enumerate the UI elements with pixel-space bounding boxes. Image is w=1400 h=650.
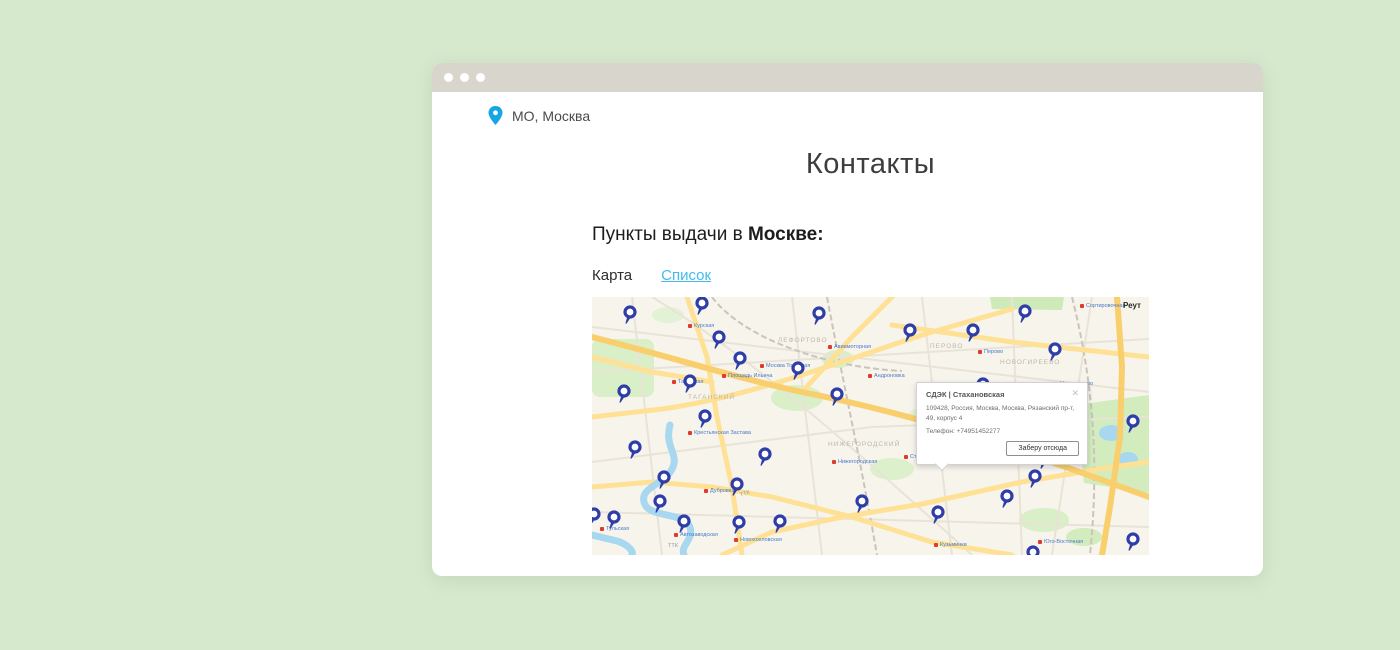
map-pin-icon[interactable] bbox=[695, 297, 709, 315]
tab-map[interactable]: Карта bbox=[592, 267, 632, 284]
metro-icon bbox=[688, 324, 692, 328]
map-pin-icon[interactable] bbox=[628, 440, 642, 459]
popup-close-icon[interactable]: ✕ bbox=[1071, 390, 1079, 397]
map-station-label: Нижегородская bbox=[832, 459, 877, 465]
window-titlebar bbox=[432, 63, 1263, 92]
map-pin-icon[interactable] bbox=[758, 447, 772, 466]
tab-list-link[interactable]: Список bbox=[661, 267, 711, 284]
map-pin-icon[interactable] bbox=[1028, 469, 1042, 488]
map-pin-icon[interactable] bbox=[657, 470, 671, 489]
map-pin-icon[interactable] bbox=[683, 374, 697, 393]
metro-icon bbox=[722, 374, 726, 378]
map-city-label: Реут bbox=[1123, 301, 1141, 310]
map-pin-icon[interactable] bbox=[653, 494, 667, 513]
map-pin-icon[interactable] bbox=[732, 515, 746, 534]
map-area-label: НИЖЕГОРОДСКИЙ bbox=[828, 441, 900, 448]
map-pin-icon[interactable] bbox=[1048, 342, 1062, 361]
pickup-points-map[interactable]: ЛЕФОРТОВОПЕРОВОНОВОГИРЕЕВОТАГАНСКИЙНИЖЕГ… bbox=[592, 297, 1149, 555]
map-station-label: Площадь Ильича bbox=[722, 373, 773, 379]
window-dot[interactable] bbox=[476, 73, 485, 82]
map-pin-icon[interactable] bbox=[1000, 489, 1014, 508]
map-pin-icon[interactable] bbox=[903, 323, 917, 342]
metro-icon bbox=[934, 543, 938, 547]
metro-icon bbox=[832, 460, 836, 464]
page-title: Контакты bbox=[592, 148, 1149, 181]
map-pin-icon[interactable] bbox=[773, 514, 787, 533]
pickup-here-button[interactable]: Заберу отсюда bbox=[1006, 441, 1079, 456]
map-pin-icon[interactable] bbox=[830, 387, 844, 406]
popup-title: СДЭК | Стахановская bbox=[926, 390, 1004, 399]
map-station-label: Андроновка bbox=[868, 373, 905, 379]
map-station-label: Перово bbox=[978, 349, 1003, 355]
map-pin-icon[interactable] bbox=[730, 477, 744, 496]
map-pin-icon[interactable] bbox=[966, 323, 980, 342]
map-pin-icon[interactable] bbox=[712, 330, 726, 349]
map-pin-icon[interactable] bbox=[677, 514, 691, 533]
map-pin-icon[interactable] bbox=[698, 409, 712, 428]
map-station-label: Крестьянская Застава bbox=[688, 430, 751, 436]
map-station-label: Курская bbox=[688, 323, 714, 329]
map-pin-icon[interactable] bbox=[1026, 545, 1040, 555]
section-prefix: Пункты выдачи в bbox=[592, 224, 748, 245]
metro-icon bbox=[674, 533, 678, 537]
map-pin-icon[interactable] bbox=[931, 505, 945, 524]
map-pin-icon[interactable] bbox=[855, 494, 869, 513]
metro-icon bbox=[734, 538, 738, 542]
metro-icon bbox=[904, 455, 908, 459]
map-pin-icon[interactable] bbox=[623, 305, 637, 324]
map-road-label: ТТК bbox=[668, 543, 678, 549]
browser-window: МО, Москва Контакты Пункты выдачи в Моск… bbox=[432, 63, 1263, 576]
window-dot[interactable] bbox=[444, 73, 453, 82]
map-station-label: Авиамоторная bbox=[828, 344, 871, 350]
map-pin-icon[interactable] bbox=[607, 510, 621, 529]
map-pin-icon[interactable] bbox=[1126, 414, 1140, 433]
metro-icon bbox=[688, 431, 692, 435]
map-pin-icon[interactable] bbox=[812, 306, 826, 325]
section-city: Москве: bbox=[748, 224, 824, 245]
map-area-label: ПЕРОВО bbox=[930, 343, 963, 350]
view-tabs: Карта Список bbox=[592, 267, 1149, 284]
metro-icon bbox=[1038, 540, 1042, 544]
map-station-label: Юго-Восточная bbox=[1038, 539, 1083, 545]
map-station-label: Сортировочная bbox=[1080, 303, 1125, 309]
section-heading: Пункты выдачи в Москве: bbox=[592, 224, 1149, 246]
metro-icon bbox=[828, 345, 832, 349]
map-pin-icon[interactable] bbox=[733, 351, 747, 370]
map-pin-icon[interactable] bbox=[592, 507, 601, 526]
metro-icon bbox=[600, 527, 604, 531]
metro-icon bbox=[1080, 304, 1084, 308]
pickup-point-popup: СДЭК | Стахановская ✕ 109428, Россия, Мо… bbox=[916, 382, 1088, 465]
popup-address: 109428, Россия, Москва, Москва, Рязански… bbox=[926, 404, 1079, 424]
map-area-label: ТАГАНСКИЙ bbox=[688, 394, 735, 401]
metro-icon bbox=[672, 380, 676, 384]
map-pin-icon[interactable] bbox=[617, 384, 631, 403]
window-dot[interactable] bbox=[460, 73, 469, 82]
map-station-label: Новохохловская bbox=[734, 537, 782, 543]
map-pin-icon[interactable] bbox=[1018, 304, 1032, 323]
metro-icon bbox=[868, 374, 872, 378]
metro-icon bbox=[760, 364, 764, 368]
popup-phone: Телефон: +74951452277 bbox=[926, 428, 1079, 435]
metro-icon bbox=[704, 489, 708, 493]
location-pin-icon bbox=[488, 106, 503, 125]
map-pin-icon[interactable] bbox=[1126, 532, 1140, 551]
location-label: МО, Москва bbox=[512, 108, 590, 124]
metro-icon bbox=[978, 350, 982, 354]
map-pin-icon[interactable] bbox=[791, 361, 805, 380]
map-area-label: ЛЕФОРТОВО bbox=[778, 337, 828, 344]
location-selector[interactable]: МО, Москва bbox=[488, 106, 1263, 125]
map-station-label: Кузьминки bbox=[934, 542, 967, 548]
